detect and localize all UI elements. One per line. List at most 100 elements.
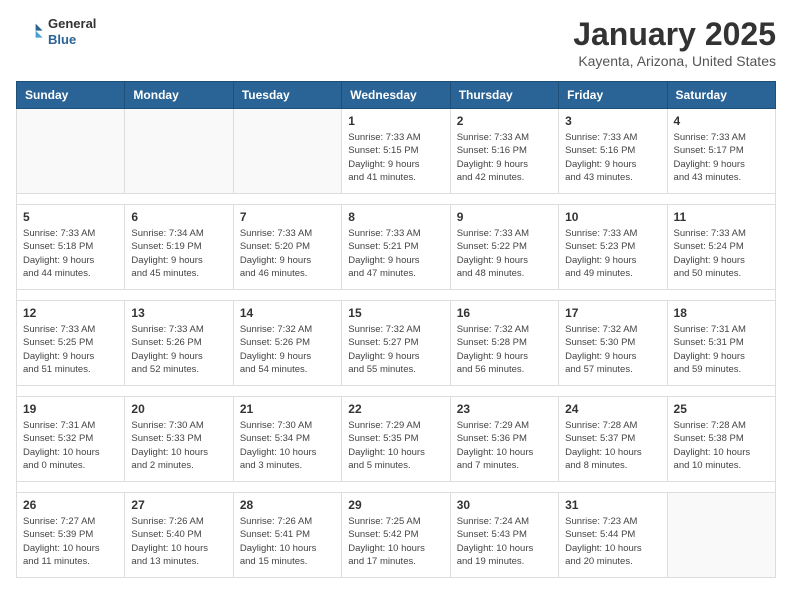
day-info: Sunrise: 7:24 AM Sunset: 5:43 PM Dayligh… [457,515,552,568]
day-number: 11 [674,210,769,224]
day-info: Sunrise: 7:28 AM Sunset: 5:38 PM Dayligh… [674,419,769,472]
cell-week1-day2 [233,109,341,194]
logo: General Blue [16,16,96,47]
day-number: 1 [348,114,443,128]
day-info: Sunrise: 7:33 AM Sunset: 5:22 PM Dayligh… [457,227,552,280]
header-tuesday: Tuesday [233,82,341,109]
day-info: Sunrise: 7:33 AM Sunset: 5:25 PM Dayligh… [23,323,118,376]
header-wednesday: Wednesday [342,82,450,109]
day-info: Sunrise: 7:33 AM Sunset: 5:15 PM Dayligh… [348,131,443,184]
day-info: Sunrise: 7:32 AM Sunset: 5:27 PM Dayligh… [348,323,443,376]
cell-week1-day6: 4Sunrise: 7:33 AM Sunset: 5:17 PM Daylig… [667,109,775,194]
cell-week2-day4: 9 Sunrise: 7:33 AM Sunset: 5:22 PM Daylig… [450,205,558,290]
day-info: Sunrise: 7:33 AM Sunset: 5:16 PM Dayligh… [565,131,660,184]
logo-text: General Blue [48,16,96,47]
day-number: 6 [131,210,226,224]
cell-week2-day0: 5 Sunrise: 7:33 AM Sunset: 5:18 PM Daylig… [17,205,125,290]
calendar-header-row: Sunday Monday Tuesday Wednesday Thursday… [17,82,776,109]
cell-week1-day1 [125,109,233,194]
day-info: Sunrise: 7:32 AM Sunset: 5:30 PM Dayligh… [565,323,660,376]
day-number: 28 [240,498,335,512]
day-number: 15 [348,306,443,320]
day-info: Sunrise: 7:30 AM Sunset: 5:33 PM Dayligh… [131,419,226,472]
day-number: 26 [23,498,118,512]
header-thursday: Thursday [450,82,558,109]
cell-week5-day4: 30Sunrise: 7:24 AM Sunset: 5:43 PM Dayli… [450,493,558,578]
calendar-table: Sunday Monday Tuesday Wednesday Thursday… [16,81,776,578]
day-number: 24 [565,402,660,416]
day-number: 10 [565,210,660,224]
day-info: Sunrise: 7:25 AM Sunset: 5:42 PM Dayligh… [348,515,443,568]
week-separator-4 [17,482,776,493]
day-number: 16 [457,306,552,320]
day-info: Sunrise: 7:27 AM Sunset: 5:39 PM Dayligh… [23,515,118,568]
cell-week5-day0: 26 Sunrise: 7:27 AM Sunset: 5:39 PM Dayli… [17,493,125,578]
day-info: Sunrise: 7:33 AM Sunset: 5:18 PM Dayligh… [23,227,118,280]
week-separator-cell [17,482,776,493]
cell-week3-day3: 15 Sunrise: 7:32 AM Sunset: 5:27 PM Dayli… [342,301,450,386]
cell-week4-day0: 19Sunrise: 7:31 AM Sunset: 5:32 PM Dayli… [17,397,125,482]
week-row-1: 1 Sunrise: 7:33 AM Sunset: 5:15 PM Daylig… [17,109,776,194]
day-number: 29 [348,498,443,512]
cell-week5-day1: 27Sunrise: 7:26 AM Sunset: 5:40 PM Dayli… [125,493,233,578]
cell-week4-day3: 22 Sunrise: 7:29 AM Sunset: 5:35 PM Dayli… [342,397,450,482]
day-info: Sunrise: 7:29 AM Sunset: 5:35 PM Dayligh… [348,419,443,472]
day-info: Sunrise: 7:31 AM Sunset: 5:31 PM Dayligh… [674,323,769,376]
day-number: 3 [565,114,660,128]
day-number: 21 [240,402,335,416]
cell-week3-day0: 12 Sunrise: 7:33 AM Sunset: 5:25 PM Dayli… [17,301,125,386]
cell-week2-day6: 11Sunrise: 7:33 AM Sunset: 5:24 PM Dayli… [667,205,775,290]
cell-week4-day1: 20Sunrise: 7:30 AM Sunset: 5:33 PM Dayli… [125,397,233,482]
day-number: 8 [348,210,443,224]
cell-week1-day0 [17,109,125,194]
week-separator-1 [17,194,776,205]
cell-week2-day3: 8Sunrise: 7:33 AM Sunset: 5:21 PM Daylig… [342,205,450,290]
day-info: Sunrise: 7:32 AM Sunset: 5:28 PM Dayligh… [457,323,552,376]
week-separator-cell [17,290,776,301]
day-info: Sunrise: 7:30 AM Sunset: 5:34 PM Dayligh… [240,419,335,472]
logo-icon [16,18,44,46]
page-header: General Blue January 2025 Kayenta, Arizo… [16,16,776,69]
day-info: Sunrise: 7:33 AM Sunset: 5:16 PM Dayligh… [457,131,552,184]
cell-week5-day5: 31Sunrise: 7:23 AM Sunset: 5:44 PM Dayli… [559,493,667,578]
cell-week4-day2: 21 Sunrise: 7:30 AM Sunset: 5:34 PM Dayli… [233,397,341,482]
logo-general: General [48,16,96,32]
day-number: 13 [131,306,226,320]
cell-week3-day6: 18 Sunrise: 7:31 AM Sunset: 5:31 PM Dayli… [667,301,775,386]
day-info: Sunrise: 7:26 AM Sunset: 5:41 PM Dayligh… [240,515,335,568]
day-number: 22 [348,402,443,416]
day-number: 31 [565,498,660,512]
cell-week3-day2: 14Sunrise: 7:32 AM Sunset: 5:26 PM Dayli… [233,301,341,386]
cell-week3-day1: 13 Sunrise: 7:33 AM Sunset: 5:26 PM Dayli… [125,301,233,386]
cell-week5-day6 [667,493,775,578]
cell-week3-day4: 16 Sunrise: 7:32 AM Sunset: 5:28 PM Dayli… [450,301,558,386]
week-separator-3 [17,386,776,397]
cell-week4-day4: 23 Sunrise: 7:29 AM Sunset: 5:36 PM Dayli… [450,397,558,482]
cell-week4-day6: 25 Sunrise: 7:28 AM Sunset: 5:38 PM Dayli… [667,397,775,482]
day-number: 27 [131,498,226,512]
cell-week3-day5: 17 Sunrise: 7:32 AM Sunset: 5:30 PM Dayli… [559,301,667,386]
day-number: 25 [674,402,769,416]
day-info: Sunrise: 7:33 AM Sunset: 5:20 PM Dayligh… [240,227,335,280]
day-number: 9 [457,210,552,224]
week-separator-cell [17,386,776,397]
week-separator-cell [17,194,776,205]
day-number: 5 [23,210,118,224]
day-info: Sunrise: 7:33 AM Sunset: 5:26 PM Dayligh… [131,323,226,376]
day-number: 18 [674,306,769,320]
cell-week1-day4: 2Sunrise: 7:33 AM Sunset: 5:16 PM Daylig… [450,109,558,194]
cell-week5-day2: 28 Sunrise: 7:26 AM Sunset: 5:41 PM Dayli… [233,493,341,578]
day-number: 23 [457,402,552,416]
day-number: 19 [23,402,118,416]
day-info: Sunrise: 7:32 AM Sunset: 5:26 PM Dayligh… [240,323,335,376]
day-number: 4 [674,114,769,128]
title-block: January 2025 Kayenta, Arizona, United St… [573,16,776,69]
day-number: 17 [565,306,660,320]
logo-blue: Blue [48,32,96,48]
cell-week2-day5: 10Sunrise: 7:33 AM Sunset: 5:23 PM Dayli… [559,205,667,290]
day-number: 12 [23,306,118,320]
header-friday: Friday [559,82,667,109]
day-info: Sunrise: 7:29 AM Sunset: 5:36 PM Dayligh… [457,419,552,472]
week-row-3: 12 Sunrise: 7:33 AM Sunset: 5:25 PM Dayli… [17,301,776,386]
cell-week1-day3: 1 Sunrise: 7:33 AM Sunset: 5:15 PM Daylig… [342,109,450,194]
